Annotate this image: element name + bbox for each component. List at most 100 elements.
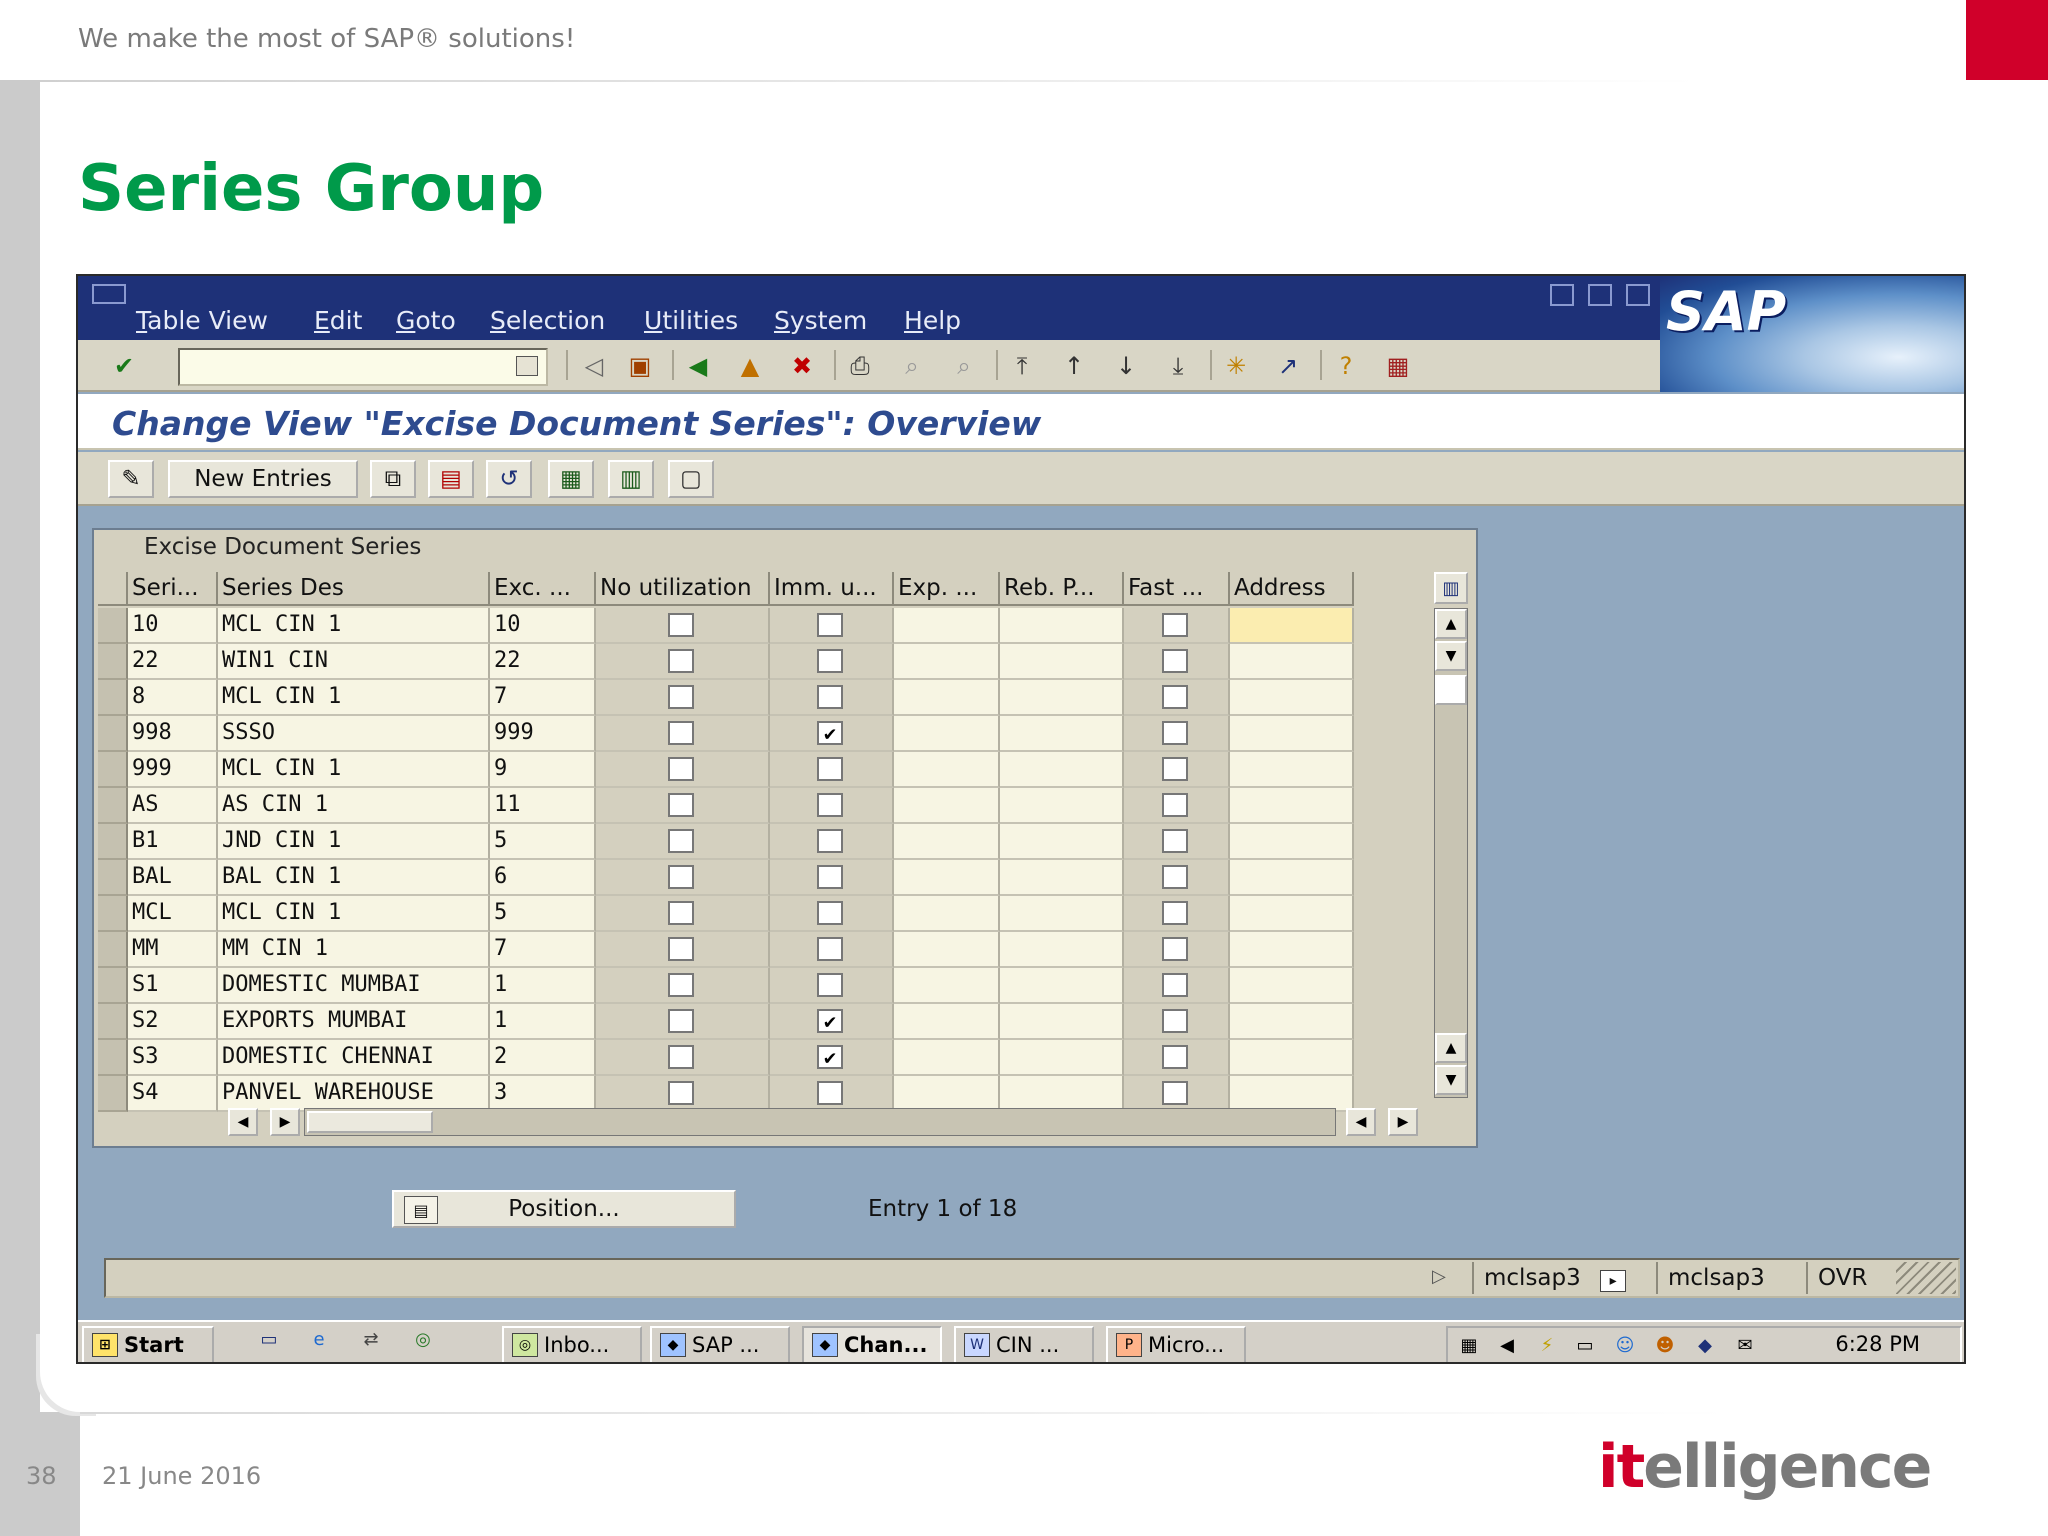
row-selector[interactable]	[98, 644, 128, 680]
menu-table-view[interactable]: Table View	[136, 306, 268, 335]
cell-rebate[interactable]	[1000, 824, 1124, 860]
scroll-left-icon[interactable]: ◀	[1346, 1108, 1376, 1136]
cell-address[interactable]	[1230, 1076, 1354, 1112]
cell-address[interactable]	[1230, 968, 1354, 1004]
column-header-export[interactable]: Exp. ...	[894, 572, 1000, 606]
menu-utilities[interactable]: Utilities	[644, 306, 738, 335]
cell-address[interactable]	[1230, 608, 1354, 644]
cell-series[interactable]: MCL	[128, 896, 218, 932]
cell-rebate[interactable]	[1000, 860, 1124, 896]
cell-rebate[interactable]	[1000, 680, 1124, 716]
cell-rebate[interactable]	[1000, 932, 1124, 968]
taskbar-item-change-view[interactable]: ◆ Chan...	[802, 1326, 942, 1362]
status-mode[interactable]: OVR	[1806, 1262, 1892, 1294]
cell-series-description[interactable]: SSSO	[218, 716, 490, 752]
window-menu-icon[interactable]	[92, 284, 126, 304]
cell-excise[interactable]: 7	[490, 680, 596, 716]
cell-series-description[interactable]: MCL CIN 1	[218, 752, 490, 788]
network-icon[interactable]: ▦	[1456, 1334, 1482, 1358]
cell-address[interactable]	[1230, 860, 1354, 896]
cell-series-description[interactable]: DOMESTIC CHENNAI	[218, 1040, 490, 1076]
vertical-scroll-thumb[interactable]	[1435, 675, 1467, 705]
menu-edit[interactable]: Edit	[314, 306, 362, 335]
volume-icon[interactable]: ◀	[1494, 1334, 1520, 1358]
cell-address[interactable]	[1230, 644, 1354, 680]
row-selector[interactable]	[98, 1076, 128, 1112]
checkbox[interactable]	[1162, 685, 1188, 709]
messenger-icon[interactable]: ☺	[1612, 1334, 1638, 1358]
display-change-icon[interactable]: ✎	[108, 460, 154, 498]
row-selector[interactable]	[98, 608, 128, 644]
close-icon[interactable]	[1626, 284, 1650, 306]
cell-export[interactable]	[894, 644, 1000, 680]
help-icon[interactable]: ?	[1330, 350, 1362, 382]
cell-address[interactable]	[1230, 896, 1354, 932]
power-icon[interactable]: ⚡	[1534, 1334, 1560, 1358]
mail-icon[interactable]: ✉	[1732, 1334, 1758, 1358]
status-expand-icon[interactable]: ▷	[1432, 1266, 1446, 1287]
enter-checkmark-icon[interactable]: ✔	[108, 350, 140, 382]
cell-series[interactable]: 10	[128, 608, 218, 644]
position-button[interactable]: ▤ Position...	[392, 1190, 736, 1228]
checkbox[interactable]	[817, 649, 843, 673]
column-header-address[interactable]: Address	[1230, 572, 1354, 606]
cell-export[interactable]	[894, 968, 1000, 1004]
checkbox[interactable]: ✔	[817, 721, 843, 745]
vertical-scrollbar[interactable]: ▲ ▼ ▲ ▼	[1434, 608, 1468, 1098]
cell-series[interactable]: 998	[128, 716, 218, 752]
horizontal-scroll-thumb[interactable]	[307, 1111, 433, 1133]
checkbox[interactable]	[1162, 1081, 1188, 1105]
fixed-scroll-right-icon[interactable]: ▶	[270, 1108, 300, 1136]
cell-address[interactable]	[1230, 1004, 1354, 1040]
layout-menu-icon[interactable]: ▦	[1382, 350, 1414, 382]
checkbox[interactable]	[668, 757, 694, 781]
taskbar-item-inbox[interactable]: ◎ Inbo...	[502, 1326, 642, 1362]
menu-goto[interactable]: Goto	[396, 306, 456, 335]
cell-excise[interactable]: 10	[490, 608, 596, 644]
cell-excise[interactable]: 3	[490, 1076, 596, 1112]
cell-excise[interactable]: 22	[490, 644, 596, 680]
checkbox[interactable]	[817, 865, 843, 889]
menu-help[interactable]: Help	[904, 306, 961, 335]
start-button[interactable]: ⊞ Start	[82, 1326, 214, 1362]
cell-series[interactable]: 999	[128, 752, 218, 788]
checkbox[interactable]	[668, 865, 694, 889]
back-arrow-icon[interactable]: ◁	[578, 350, 610, 382]
cell-export[interactable]	[894, 716, 1000, 752]
cell-address[interactable]	[1230, 680, 1354, 716]
checkbox[interactable]	[1162, 613, 1188, 637]
checkbox[interactable]	[668, 1081, 694, 1105]
cell-export[interactable]	[894, 824, 1000, 860]
checkbox[interactable]	[817, 829, 843, 853]
page-down-icon[interactable]: ▲	[1435, 1033, 1467, 1063]
sap-tray-icon[interactable]: ◆	[1692, 1334, 1718, 1358]
cell-series-description[interactable]: AS CIN 1	[218, 788, 490, 824]
checkbox[interactable]	[817, 757, 843, 781]
create-session-icon[interactable]: ✳	[1220, 350, 1252, 382]
cell-series[interactable]: 22	[128, 644, 218, 680]
checkbox[interactable]: ✔	[817, 1009, 843, 1033]
monitor-icon[interactable]: ▭	[1572, 1334, 1598, 1358]
cancel-icon[interactable]: ✖	[786, 350, 818, 382]
select-all-icon[interactable]: ▦	[548, 460, 594, 498]
first-page-icon[interactable]: ⤒	[1006, 350, 1038, 382]
cell-address[interactable]	[1230, 752, 1354, 788]
cell-rebate[interactable]	[1000, 716, 1124, 752]
menu-system[interactable]: System	[774, 306, 867, 335]
row-selector[interactable]	[98, 968, 128, 1004]
select-all-column-header[interactable]	[98, 572, 128, 606]
outlook-icon[interactable]: ◎	[410, 1328, 436, 1352]
back-icon[interactable]: ◀	[682, 350, 714, 382]
previous-page-icon[interactable]: ↑	[1058, 350, 1090, 382]
checkbox[interactable]	[668, 1045, 694, 1069]
find-icon[interactable]: ⌕	[896, 350, 928, 382]
checkbox[interactable]	[1162, 1045, 1188, 1069]
cell-address[interactable]	[1230, 788, 1354, 824]
command-field[interactable]	[178, 348, 548, 386]
column-header-excise[interactable]: Exc. ...	[490, 572, 596, 606]
checkbox[interactable]	[1162, 793, 1188, 817]
cell-export[interactable]	[894, 1076, 1000, 1112]
row-selector[interactable]	[98, 1040, 128, 1076]
checkbox[interactable]	[1162, 901, 1188, 925]
find-next-icon[interactable]: ⌕	[948, 350, 980, 382]
